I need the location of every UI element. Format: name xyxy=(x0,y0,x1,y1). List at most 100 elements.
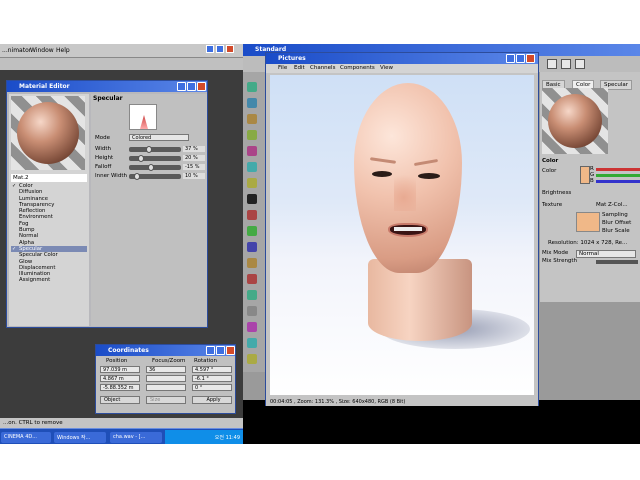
tool-icon[interactable] xyxy=(575,59,585,69)
specular-curve-graph xyxy=(129,104,157,130)
taskbar-item-cinema4d[interactable]: CINEMA 4D... xyxy=(1,432,51,443)
maximize-icon[interactable] xyxy=(187,82,196,91)
material-name-field[interactable]: Mat.2 xyxy=(11,174,87,182)
picture-viewer-menubar: File Edit Channels Components View xyxy=(266,64,538,73)
polygons-tool-icon[interactable] xyxy=(247,178,257,188)
color-swatch[interactable] xyxy=(580,166,590,184)
minimize-icon[interactable] xyxy=(206,45,214,53)
channel-list: ColorDiffusionLuminanceTransparencyRefle… xyxy=(11,183,87,284)
close-icon[interactable] xyxy=(526,54,535,63)
camera-tool-icon[interactable] xyxy=(247,290,257,300)
maximize-icon[interactable] xyxy=(216,346,225,355)
rendered-image[interactable] xyxy=(270,75,534,395)
param-label: Falloff xyxy=(95,164,112,170)
slider-knob[interactable] xyxy=(133,173,140,180)
render-tool-icon[interactable] xyxy=(247,258,257,268)
rot-h-field[interactable]: 4.597 ° xyxy=(192,366,232,373)
minimize-icon[interactable] xyxy=(506,54,515,63)
mode-select[interactable]: Colored xyxy=(129,134,189,141)
param-value-field[interactable]: 37 % xyxy=(183,146,205,152)
light-tool-icon[interactable] xyxy=(247,274,257,284)
empty-desktop-region xyxy=(243,400,640,444)
taskbar-item-wav[interactable]: cha.wav - [... xyxy=(110,432,162,443)
material-sphere xyxy=(548,94,602,148)
apply-button[interactable]: Apply xyxy=(192,396,232,404)
move-tool-icon[interactable] xyxy=(247,82,257,92)
channel-item[interactable]: Assignment xyxy=(11,277,87,283)
mix-strength-slider[interactable] xyxy=(596,260,638,264)
param-value-field[interactable]: 10 % xyxy=(183,173,205,179)
col-position: Position xyxy=(106,358,128,364)
close-icon[interactable] xyxy=(226,346,235,355)
slider-knob[interactable] xyxy=(148,164,155,171)
nurbs-tool-icon[interactable] xyxy=(247,354,257,364)
edges-tool-icon[interactable] xyxy=(247,162,257,172)
attribute-panel: Basic Color Specular Color Color R G B B… xyxy=(540,72,640,302)
param-slider[interactable] xyxy=(129,146,181,153)
size-z-field[interactable] xyxy=(146,384,186,391)
rot-b-field[interactable]: 0 ° xyxy=(192,384,232,391)
menu-components[interactable]: Components xyxy=(340,65,375,71)
param-slider[interactable] xyxy=(129,164,181,171)
tool-icon[interactable] xyxy=(547,59,557,69)
size-dropdown[interactable]: Size xyxy=(146,396,186,404)
snap-tool-icon[interactable] xyxy=(247,242,257,252)
points-tool-icon[interactable] xyxy=(247,146,257,156)
rotate-tool-icon[interactable] xyxy=(247,114,257,124)
minimize-icon[interactable] xyxy=(177,82,186,91)
taskbar-item-windows[interactable]: Windows 작... xyxy=(54,432,106,443)
blur-offset-label: Blur Offset xyxy=(602,220,632,226)
pos-y-field[interactable]: 4.867 m xyxy=(100,375,140,382)
deformer-tool-icon[interactable] xyxy=(247,322,257,332)
maximize-icon[interactable] xyxy=(516,54,525,63)
b-slider[interactable] xyxy=(596,180,640,183)
menu-window[interactable]: Window xyxy=(30,47,54,54)
slider-knob[interactable] xyxy=(138,155,145,162)
spline-tool-icon[interactable] xyxy=(247,338,257,348)
checker-tool-icon[interactable] xyxy=(247,194,257,204)
menu-file[interactable]: File xyxy=(278,65,287,71)
attr-section-color: Color xyxy=(542,158,559,164)
tool-icon[interactable] xyxy=(561,59,571,69)
pos-x-field[interactable]: 97.039 m xyxy=(100,366,140,373)
close-icon[interactable] xyxy=(197,82,206,91)
param-label: Inner Width xyxy=(95,173,127,179)
g-slider[interactable] xyxy=(596,174,640,177)
size-x-field[interactable]: 36 xyxy=(146,366,186,373)
object-dropdown[interactable]: Object xyxy=(100,396,140,404)
menu-help[interactable]: Help xyxy=(56,47,70,54)
menu-edit[interactable]: Edit xyxy=(294,65,305,71)
picture-viewer-titlebar[interactable]: Pictures xyxy=(266,53,538,64)
close-icon[interactable] xyxy=(226,45,234,53)
r-slider[interactable] xyxy=(596,168,640,171)
mix-mode-select[interactable]: Normal xyxy=(576,250,636,258)
left-status-bar: ...on. CTRL to remove xyxy=(0,418,243,428)
param-slider[interactable] xyxy=(129,155,181,162)
pos-z-field[interactable]: -5.88.352 m xyxy=(100,384,140,391)
texture-tool-icon[interactable] xyxy=(247,210,257,220)
scale-tool-icon[interactable] xyxy=(247,98,257,108)
mix-mode-label: Mix Mode xyxy=(542,250,569,256)
menu-animator[interactable]: ...nimator xyxy=(2,47,31,54)
minimize-icon[interactable] xyxy=(206,346,215,355)
param-slider[interactable] xyxy=(129,173,181,180)
menu-view[interactable]: View xyxy=(380,65,393,71)
param-value-field[interactable]: 20 % xyxy=(183,155,205,161)
material-preview xyxy=(11,96,85,170)
slider-knob[interactable] xyxy=(146,146,153,153)
rot-p-field[interactable]: -6.1 ° xyxy=(192,375,232,382)
param-label: Width xyxy=(95,146,111,152)
left-menubar: ...nimator Window Help xyxy=(0,44,243,58)
axis-tool-icon[interactable] xyxy=(247,226,257,236)
teeth xyxy=(394,227,422,231)
size-y-field[interactable] xyxy=(146,375,186,382)
nose xyxy=(394,167,416,211)
object-tool-icon[interactable] xyxy=(247,130,257,140)
texture-value[interactable]: Mat Z-Col... xyxy=(596,202,628,208)
param-value-field[interactable]: -15 % xyxy=(183,164,205,170)
col-focus-zoom: Focus/Zoom xyxy=(152,358,186,364)
coordinates-window: Coordinates Position Focus/Zoom Rotation… xyxy=(95,344,236,414)
restore-icon[interactable] xyxy=(216,45,224,53)
menu-channels[interactable]: Channels xyxy=(310,65,335,71)
scene-tool-icon[interactable] xyxy=(247,306,257,316)
